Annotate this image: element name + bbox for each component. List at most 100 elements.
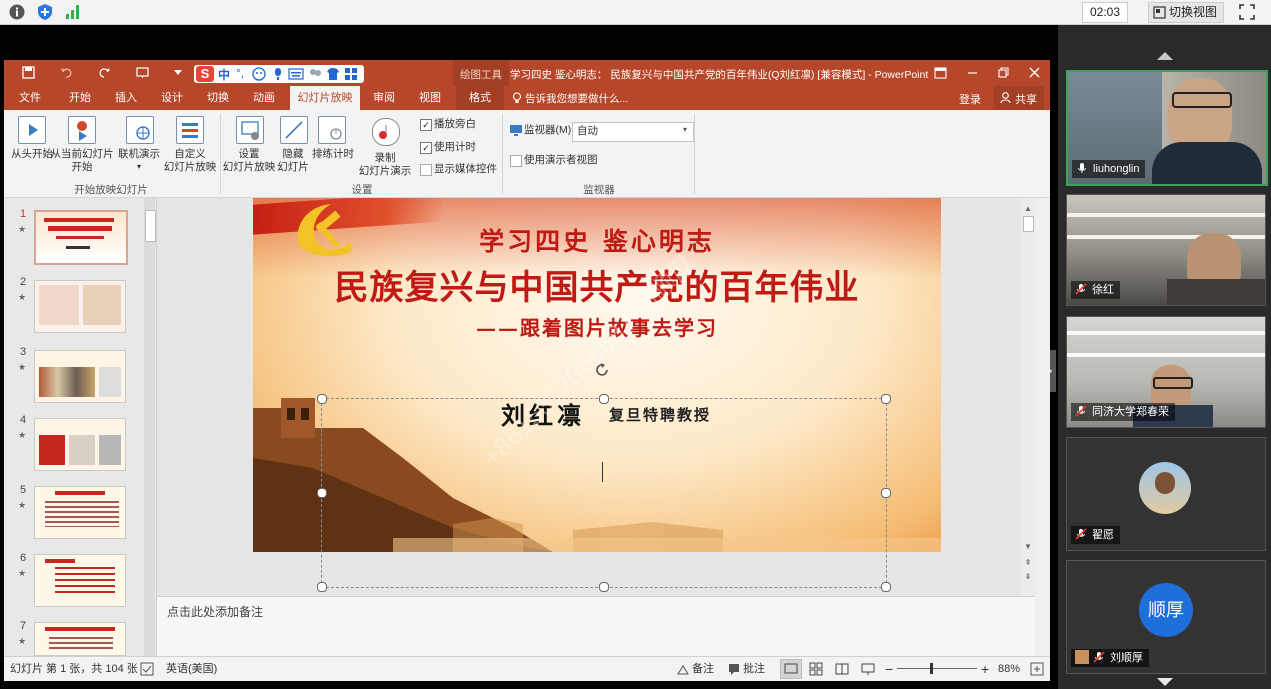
shield-icon[interactable] bbox=[36, 3, 54, 21]
media-controls-checkbox[interactable]: 显示媒体控件 bbox=[420, 163, 510, 177]
save-icon[interactable] bbox=[22, 66, 35, 79]
spellcheck-icon[interactable] bbox=[140, 662, 154, 676]
minimize-icon[interactable] bbox=[966, 66, 979, 79]
comments-button[interactable]: 批注 bbox=[743, 657, 765, 681]
star-icon: ★ bbox=[18, 430, 27, 440]
resize-handle[interactable] bbox=[317, 582, 327, 592]
tab-slideshow[interactable]: 幻灯片放映 bbox=[290, 86, 360, 110]
zoom-out-icon[interactable]: − bbox=[885, 657, 893, 681]
slide-thumbnail-4[interactable] bbox=[34, 418, 126, 471]
share-button[interactable]: 共享 bbox=[994, 86, 1044, 110]
ime-punct-icon[interactable]: °, bbox=[236, 66, 244, 80]
customize-toolbar-icon[interactable] bbox=[174, 70, 182, 76]
custom-slideshow-button[interactable]: 自定义 幻灯片放映 bbox=[162, 114, 218, 176]
editor-scrollbar[interactable]: ▲ ▼ ⇞ ⇟ bbox=[1021, 198, 1035, 596]
rehearse-timings-button[interactable]: 排练计时 bbox=[312, 114, 354, 176]
participant-tile[interactable]: 同济大学郑春荣 bbox=[1066, 316, 1266, 428]
language-indicator[interactable]: 英语(美国) bbox=[166, 657, 217, 681]
use-timings-checkbox[interactable]: ✓ 使用计时 bbox=[420, 141, 510, 155]
tab-view[interactable]: 视图 bbox=[412, 86, 448, 110]
sign-in-link[interactable]: 登录 bbox=[959, 91, 981, 107]
tab-transitions[interactable]: 切换 bbox=[200, 86, 236, 110]
thumbs-scrollbar[interactable] bbox=[144, 198, 156, 656]
star-icon: ★ bbox=[18, 636, 27, 646]
slide-sorter-icon[interactable] bbox=[808, 661, 824, 677]
setup-slideshow-button[interactable]: 设置 幻灯片放映 bbox=[222, 114, 276, 176]
resize-handle[interactable] bbox=[317, 394, 327, 404]
signal-icon[interactable] bbox=[64, 3, 82, 21]
presenter-view-checkbox[interactable]: 使用演示者视图 bbox=[510, 154, 640, 168]
slide-thumbnail-3[interactable] bbox=[34, 350, 126, 403]
resize-handle[interactable] bbox=[881, 582, 891, 592]
resize-handle[interactable] bbox=[599, 582, 609, 592]
undo-icon[interactable] bbox=[60, 66, 73, 79]
restore-icon[interactable] bbox=[997, 66, 1010, 79]
slide-thumbnail-5[interactable] bbox=[34, 486, 126, 539]
scrollbar-thumb[interactable] bbox=[1023, 216, 1034, 232]
slideshow-start-icon[interactable] bbox=[136, 66, 149, 79]
scrollbar-thumb[interactable] bbox=[145, 210, 156, 242]
rotate-handle-icon[interactable] bbox=[595, 362, 611, 380]
resize-handle[interactable] bbox=[881, 394, 891, 404]
participant-tile[interactable]: 徐红 bbox=[1066, 194, 1266, 306]
textbox-selection[interactable] bbox=[321, 398, 887, 588]
resize-handle[interactable] bbox=[317, 488, 327, 498]
fullscreen-icon[interactable] bbox=[1238, 3, 1256, 21]
narration-checkbox[interactable]: ✓ 播放旁白 bbox=[420, 118, 510, 132]
emoji-icon[interactable] bbox=[252, 67, 266, 81]
participant-tile[interactable]: 翟愿 bbox=[1066, 437, 1266, 551]
notes-pane[interactable]: 点击此处添加备注 bbox=[157, 596, 1035, 657]
monitor-select[interactable]: 自动 ▾ bbox=[572, 122, 694, 142]
tell-me-search[interactable]: 告诉我您想要做什么... bbox=[525, 91, 628, 106]
redo-icon[interactable] bbox=[98, 66, 111, 79]
from-current-button[interactable]: 从当前幻灯片 开始 bbox=[51, 114, 114, 176]
tab-insert[interactable]: 插入 bbox=[108, 86, 144, 110]
scroll-down-icon[interactable] bbox=[1155, 676, 1175, 688]
slideshow-view-icon[interactable] bbox=[860, 661, 876, 677]
slide-thumbnail-6[interactable] bbox=[34, 554, 126, 607]
zoom-slider-thumb[interactable] bbox=[930, 663, 933, 674]
switch-view-button[interactable]: 切换视图 bbox=[1148, 2, 1224, 23]
next-slide-icon[interactable]: ⇟ bbox=[1023, 572, 1033, 582]
zoom-slider[interactable] bbox=[897, 668, 977, 669]
ime-chinese-mode-icon[interactable]: 中 bbox=[218, 66, 230, 83]
from-current-icon bbox=[68, 116, 96, 144]
tab-format[interactable]: 格式 bbox=[456, 86, 504, 110]
fit-to-window-icon[interactable] bbox=[1030, 662, 1044, 676]
close-icon[interactable] bbox=[1028, 66, 1041, 79]
reading-view-icon[interactable] bbox=[834, 661, 850, 677]
tab-file[interactable]: 文件 bbox=[12, 86, 48, 110]
shirt-icon[interactable] bbox=[326, 67, 340, 81]
scroll-down-arrow-icon[interactable]: ▼ bbox=[1023, 542, 1033, 552]
info-icon[interactable] bbox=[8, 3, 26, 21]
scroll-up-arrow-icon[interactable]: ▲ bbox=[1023, 204, 1033, 216]
online-present-button[interactable]: 联机演示 ▾ bbox=[116, 114, 162, 176]
users-icon[interactable] bbox=[308, 67, 322, 81]
tab-animations[interactable]: 动画 bbox=[246, 86, 282, 110]
participant-tile[interactable]: 顺厚 刘顺厚 bbox=[1066, 560, 1266, 674]
toolbox-icon[interactable] bbox=[344, 67, 358, 81]
zoom-in-icon[interactable]: + bbox=[981, 657, 989, 681]
ribbon-slideshow: 从头开始 从当前幻灯片 开始 联机演示 ▾ 自定义 幻灯片放映 开始放映幻灯片 … bbox=[4, 110, 1050, 198]
keyboard-icon[interactable] bbox=[288, 68, 304, 80]
notes-button[interactable]: 备注 bbox=[692, 657, 714, 681]
hide-slide-button[interactable]: 隐藏 幻灯片 bbox=[276, 114, 310, 176]
slide-thumbnail-7[interactable] bbox=[34, 622, 126, 656]
voice-icon[interactable] bbox=[272, 67, 284, 81]
ribbon-display-options-icon[interactable] bbox=[934, 67, 947, 79]
previous-slide-icon[interactable]: ⇞ bbox=[1023, 558, 1033, 568]
slide-thumbnail-1[interactable] bbox=[34, 210, 128, 265]
ime-toolbar[interactable]: S 中 °, bbox=[194, 65, 364, 83]
tab-home[interactable]: 开始 bbox=[62, 86, 98, 110]
tab-design[interactable]: 设计 bbox=[154, 86, 190, 110]
zoom-level[interactable]: 88% bbox=[998, 657, 1020, 681]
resize-handle[interactable] bbox=[881, 488, 891, 498]
tab-review[interactable]: 审阅 bbox=[366, 86, 402, 110]
resize-handle[interactable] bbox=[599, 394, 609, 404]
participant-tile[interactable]: liuhonglin bbox=[1066, 70, 1268, 186]
scroll-up-icon[interactable] bbox=[1155, 50, 1175, 62]
from-beginning-button[interactable]: 从头开始 bbox=[11, 114, 53, 176]
normal-view-button[interactable] bbox=[780, 659, 802, 679]
slide-thumbnail-2[interactable] bbox=[34, 280, 126, 333]
record-slideshow-button[interactable]: 录制 幻灯片演示 bbox=[354, 114, 416, 177]
